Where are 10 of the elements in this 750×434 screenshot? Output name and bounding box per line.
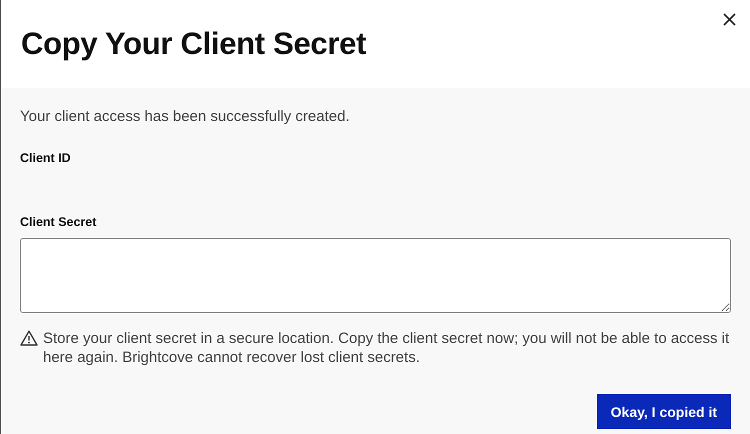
field-label: Client ID: [20, 151, 72, 165]
dialog-title: Copy Your Client Secret: [21, 26, 366, 62]
warning-text: Store your client secret in a secure location. Copy the client secret now; you will not be able to access it here again. Brightcove cannot recover lost client secrets.: [43, 329, 730, 367]
success-message: Your client access has been successfully created.: [20, 108, 351, 125]
close-button[interactable]: [722, 12, 737, 27]
secret-field[interactable]: [20, 238, 731, 313]
confirm-button[interactable]: Okay, I copied it: [596, 394, 731, 429]
close-icon: [723, 13, 736, 26]
field-label: Client Secret: [20, 215, 98, 229]
warning-icon: [20, 330, 38, 346]
